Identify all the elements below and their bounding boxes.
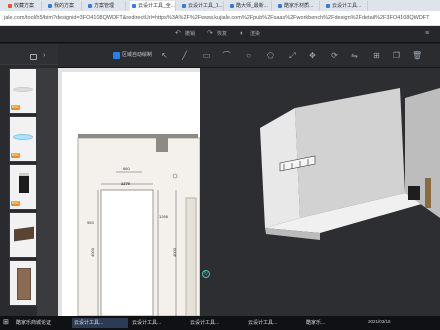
auto-draw-checkbox[interactable] — [113, 52, 120, 59]
polygon-icon[interactable]: ⬠ — [266, 51, 275, 60]
browser-tab[interactable]: 我的方案 — [46, 1, 82, 11]
tab-favicon-icon — [326, 4, 330, 8]
grid-icon[interactable]: ⊞ — [372, 51, 381, 60]
tab-label: 方案管理 — [94, 3, 115, 9]
thumb-ceiling-light[interactable]: RBC — [9, 68, 37, 114]
tab-favicon-icon — [48, 4, 52, 8]
dim-left: 953 — [87, 220, 94, 225]
copy-icon[interactable]: ❐ — [392, 51, 401, 60]
taskbar-item[interactable]: 云设计工具... — [188, 318, 244, 328]
ceiling-light-blue-shape — [13, 134, 33, 140]
collapse-icon[interactable]: › — [43, 52, 51, 60]
tab-label: 收藏方案 — [14, 3, 35, 9]
tab-label: 云设计工具_全... — [138, 3, 175, 9]
taskbar-item[interactable]: 云设计工具... — [130, 318, 186, 328]
trash-icon[interactable]: 🗑 — [412, 51, 422, 60]
badge: RBC — [11, 153, 20, 158]
tab-label: 云设计工具... — [332, 3, 362, 9]
browser-tab[interactable]: 方案管理 — [86, 1, 126, 11]
badge: RBC — [11, 201, 20, 206]
spot-light-shape — [19, 175, 29, 193]
camera-icon[interactable] — [30, 54, 37, 60]
taskbar-item[interactable]: 酷家乐... — [304, 318, 360, 328]
thumb-spot-light[interactable]: RBC — [9, 164, 37, 210]
redo-icon[interactable]: ↷ — [207, 30, 215, 38]
tab-favicon-icon — [230, 4, 234, 8]
rect-icon[interactable]: ▭ — [202, 51, 211, 60]
plan-view[interactable]: 1279 660 953 1268 4000 4000 — [58, 68, 201, 317]
render-menu[interactable]: 渲染 — [250, 30, 260, 38]
browser-tab[interactable]: 酷大师_最新... — [228, 1, 272, 11]
more-icon[interactable]: ≡ — [425, 30, 435, 38]
curve-icon[interactable]: ⌒ — [222, 51, 231, 60]
auto-draw-label[interactable]: 区域自动绘制 — [122, 51, 152, 60]
rotate-icon[interactable]: ⟳ — [330, 51, 339, 60]
browser-tab[interactable]: 收藏方案 — [6, 1, 42, 11]
tab-label: 酷家乐材质... — [284, 3, 314, 9]
3d-view[interactable]: ↻ — [200, 68, 440, 316]
tab-favicon-icon — [182, 4, 186, 8]
spot-light-rim — [19, 173, 29, 176]
cursor-icon[interactable]: ↖ — [160, 51, 169, 60]
undo-icon[interactable]: ↶ — [175, 30, 183, 38]
tab-favicon-icon — [88, 4, 92, 8]
circle-icon[interactable]: ○ — [244, 51, 253, 60]
start-icon[interactable]: ⊞ — [3, 319, 11, 327]
browser-tab[interactable]: 云设计工具... — [324, 1, 368, 11]
browser-tab[interactable]: 云设计工具_1... — [180, 1, 224, 11]
wood-board-shape — [14, 226, 34, 242]
door-shape — [17, 268, 31, 300]
browser-tab[interactable]: 酷家乐材质... — [276, 1, 320, 11]
ceiling-light-shape — [13, 87, 33, 92]
dim-right: 1268 — [159, 214, 168, 219]
taskbar-item[interactable]: 云设计工具... — [72, 318, 128, 328]
thumb-door[interactable] — [9, 260, 37, 306]
move-icon[interactable]: ✥ — [308, 51, 317, 60]
dim-left-height: 4000 — [89, 248, 95, 257]
dim-top-width: 1279 — [121, 181, 130, 186]
clock: 2021/03/16 — [368, 319, 391, 324]
3d-room-svg — [200, 68, 440, 316]
tab-label: 云设计工具_1... — [188, 3, 223, 9]
mirror-icon[interactable]: ⇋ — [350, 51, 359, 60]
address-bar[interactable]: jale.com/tool/h5/bim?designid=3FO4108QWD… — [0, 11, 440, 26]
scale-icon[interactable]: ⤢ — [288, 51, 297, 60]
thumb-column-right — [37, 68, 58, 316]
badge: RBC — [11, 105, 20, 110]
brush-icon[interactable]: ╱ — [180, 51, 189, 60]
tab-label: 酷大师_最新... — [236, 3, 268, 9]
dim-right-height: 4000 — [171, 248, 177, 257]
taskbar-item[interactable]: 云设计工具... — [246, 318, 302, 328]
floor-plan-svg — [58, 68, 201, 317]
tab-favicon-icon — [8, 4, 12, 8]
thumb-wood-board[interactable] — [9, 212, 37, 258]
redo-menu[interactable]: 恢复 — [217, 30, 227, 38]
tab-label: 我的方案 — [54, 3, 75, 9]
tab-favicon-icon — [278, 4, 282, 8]
taskbar-item[interactable]: 酷家乐商城论证 — [14, 318, 70, 328]
undo-menu[interactable]: 撤销 — [185, 30, 195, 38]
navigation-icon[interactable]: ↻ — [202, 270, 210, 278]
render-icon[interactable]: ◐ — [240, 30, 248, 38]
browser-tab[interactable]: 云设计工具_全... — [130, 1, 176, 11]
url-text[interactable]: jale.com/tool/h5/bim?designid=3FO4108QWD… — [4, 14, 434, 23]
tab-favicon-icon — [132, 4, 136, 8]
dim-inner-width: 660 — [123, 166, 130, 171]
thumb-ceiling-light-blue[interactable]: RBC — [9, 116, 37, 162]
